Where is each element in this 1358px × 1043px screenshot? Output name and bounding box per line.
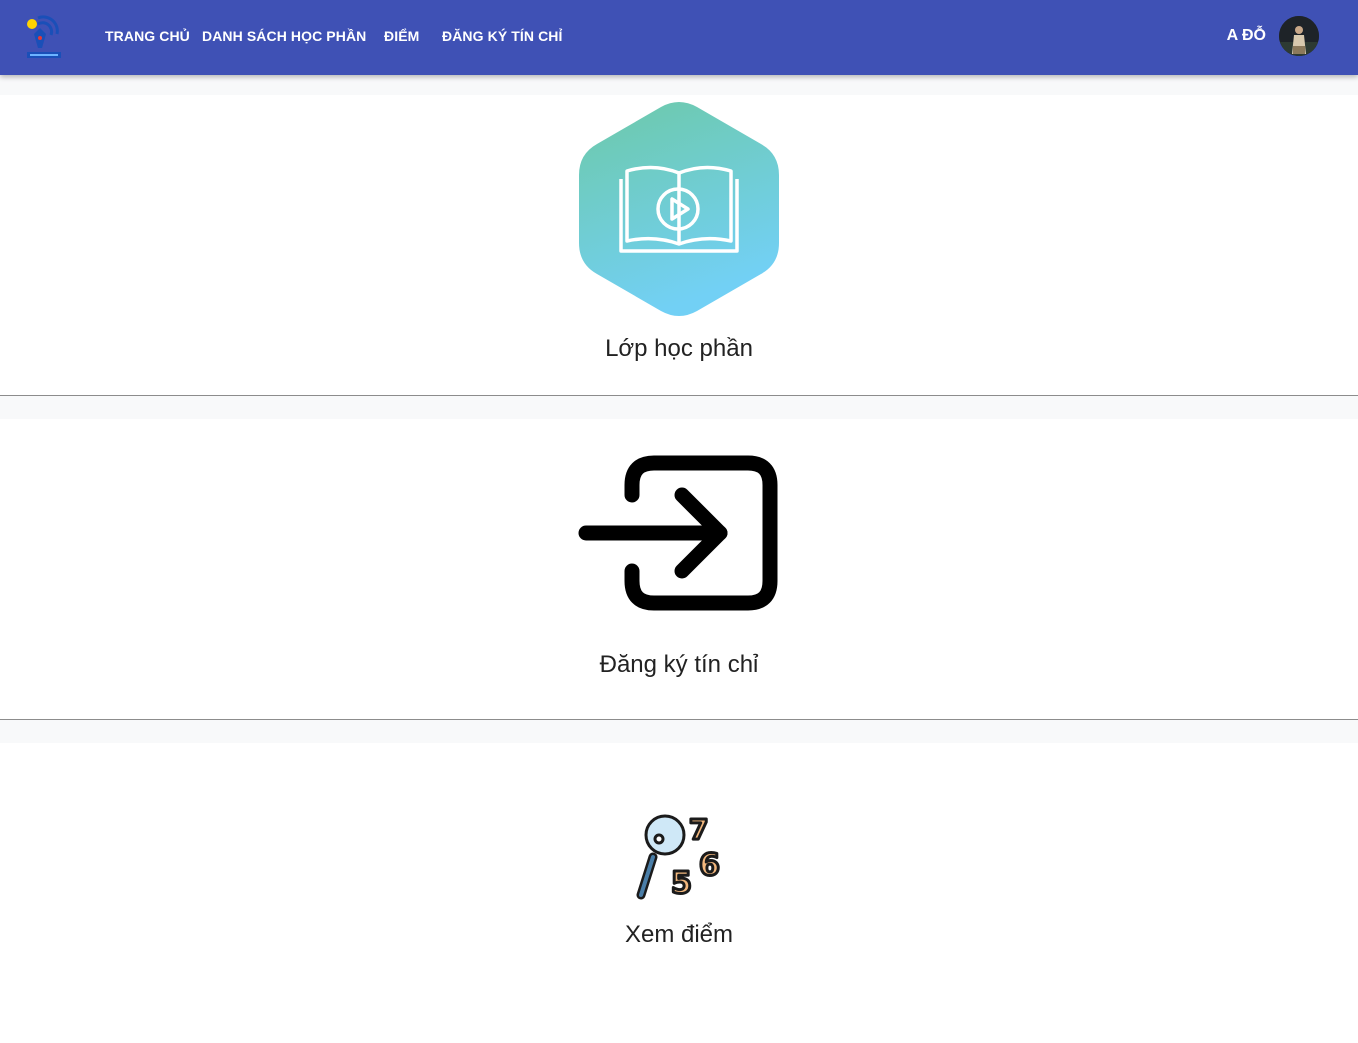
page-spacer: [0, 396, 1358, 419]
nav-danh-sach-hoc-phan[interactable]: DANH SÁCH HỌC PHẦN: [202, 27, 366, 45]
svg-text:5: 5: [671, 866, 692, 901]
nav-dang-ky-tin-chi[interactable]: ĐĂNG KÝ TÍN CHỈ: [442, 27, 563, 45]
card-lop-hoc-phan[interactable]: Lớp học phần: [0, 95, 1358, 395]
user-name[interactable]: A ĐỖ: [1227, 26, 1266, 46]
university-logo[interactable]: [24, 14, 64, 62]
avatar-icon: [1279, 16, 1319, 56]
nav-diem[interactable]: ĐIỂM: [384, 27, 419, 45]
open-book-play-icon: [579, 101, 779, 317]
page-spacer: [0, 75, 1358, 95]
nav-trang-chu[interactable]: TRANG CHỦ: [105, 27, 190, 45]
card-label-dang-ky-tin-chi: Đăng ký tín chỉ: [599, 651, 759, 678]
top-navbar: TRANG CHỦ DANH SÁCH HỌC PHẦN ĐIỂM ĐĂNG K…: [0, 0, 1358, 75]
card-xem-diem[interactable]: 7 6 5 Xem điểm: [0, 743, 1358, 1043]
card-dang-ky-tin-chi[interactable]: Đăng ký tín chỉ: [0, 419, 1358, 719]
card-label-xem-diem: Xem điểm: [624, 921, 734, 948]
logo-icon: [27, 15, 61, 58]
card-label-lop-hoc-phan: Lớp học phần: [605, 335, 753, 362]
svg-text:6: 6: [699, 848, 720, 883]
user-avatar[interactable]: [1279, 16, 1319, 56]
svg-text:7: 7: [689, 813, 708, 846]
enter-arrow-icon: [578, 455, 780, 611]
page-spacer: [0, 720, 1358, 743]
magnifier-numbers-icon: 7 6 5: [631, 811, 727, 903]
